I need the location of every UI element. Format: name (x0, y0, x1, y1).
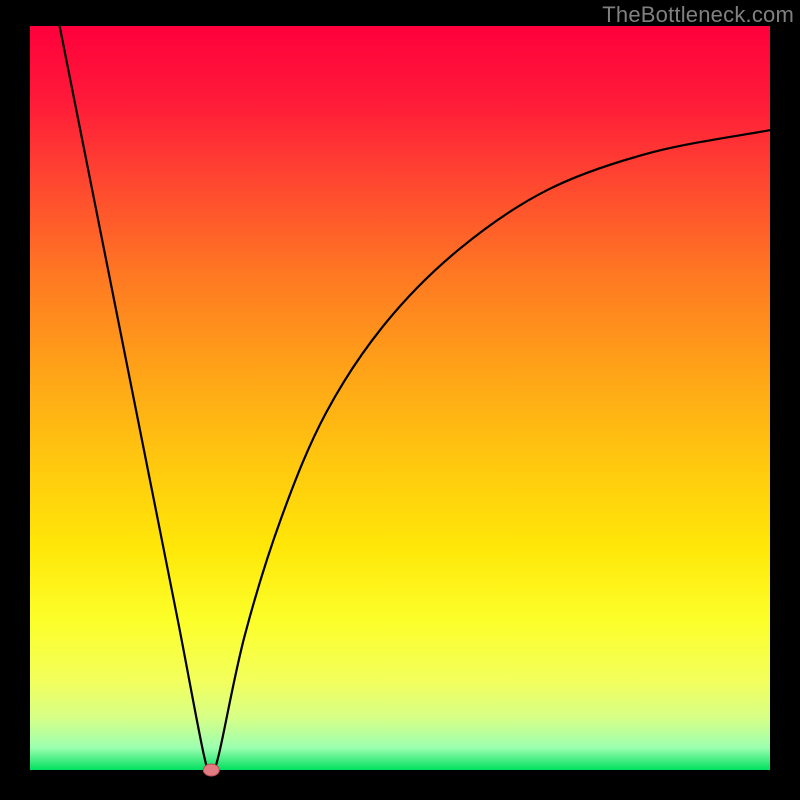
chart-container: TheBottleneck.com (0, 0, 800, 800)
plot-background (30, 26, 770, 770)
chart-svg (0, 0, 800, 800)
minimum-marker (203, 764, 219, 776)
watermark-text: TheBottleneck.com (602, 2, 794, 28)
